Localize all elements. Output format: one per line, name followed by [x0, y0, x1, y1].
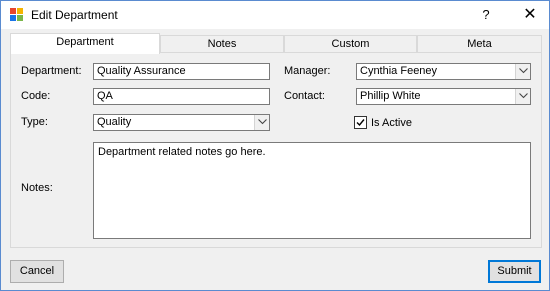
manager-dropdown-value: Cynthia Feeney: [360, 65, 438, 77]
department-label: Department:: [21, 65, 82, 77]
contact-dropdown-value: Phillip White: [360, 90, 421, 102]
chevron-down-icon[interactable]: [515, 89, 530, 104]
tab-department[interactable]: Department: [10, 33, 160, 54]
contact-label: Contact:: [284, 90, 325, 102]
department-tab-panel: Department: Quality Assurance Code: QA T…: [10, 52, 542, 248]
close-icon[interactable]: ✕: [519, 4, 541, 26]
notes-textarea[interactable]: Department related notes go here.: [93, 142, 531, 239]
help-icon[interactable]: ?: [475, 4, 497, 26]
department-name-field[interactable]: Quality Assurance: [93, 63, 270, 80]
code-field[interactable]: QA: [93, 88, 270, 105]
code-label: Code:: [21, 90, 51, 102]
tab-notes[interactable]: Notes: [160, 35, 284, 53]
is-active-checkbox[interactable]: [354, 116, 367, 129]
type-dropdown[interactable]: Quality: [93, 114, 270, 131]
tab-meta[interactable]: Meta: [417, 35, 542, 53]
checkmark-icon: [356, 119, 365, 127]
app-icon: [10, 8, 23, 21]
manager-label: Manager:: [284, 65, 331, 77]
notes-label: Notes:: [21, 182, 53, 194]
edit-department-window: Edit Department ? ✕ Department Notes Cus…: [0, 0, 550, 291]
contact-dropdown[interactable]: Phillip White: [356, 88, 531, 105]
type-label: Type:: [21, 116, 48, 128]
window-title: Edit Department: [31, 8, 118, 22]
title-bar: Edit Department ? ✕: [1, 1, 549, 29]
manager-dropdown[interactable]: Cynthia Feeney: [356, 63, 531, 80]
chevron-down-icon[interactable]: [515, 64, 530, 79]
submit-button[interactable]: Submit: [488, 260, 541, 283]
is-active-label[interactable]: Is Active: [371, 117, 412, 129]
chevron-down-icon[interactable]: [254, 115, 269, 130]
cancel-button[interactable]: Cancel: [10, 260, 64, 283]
tab-strip: Department Notes Custom Meta: [10, 33, 542, 54]
type-dropdown-value: Quality: [97, 116, 132, 128]
tab-custom[interactable]: Custom: [284, 35, 417, 53]
